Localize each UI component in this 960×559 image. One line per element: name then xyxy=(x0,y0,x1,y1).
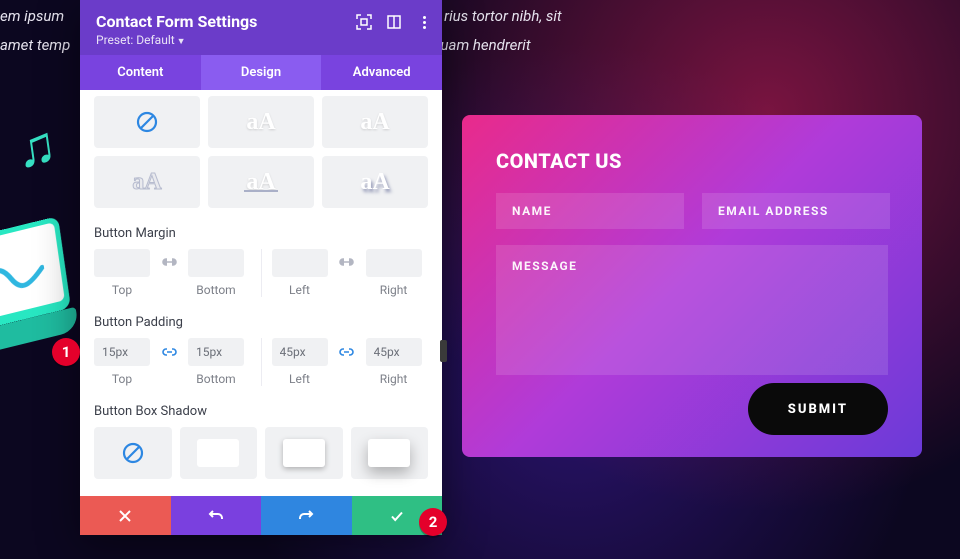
text-style-option[interactable]: aA xyxy=(322,156,428,208)
margin-top-input[interactable] xyxy=(94,249,150,277)
padding-top-input[interactable] xyxy=(94,338,150,366)
contact-form-card: CONTACT US SUBMIT xyxy=(462,115,922,457)
tab-content[interactable]: Content xyxy=(80,55,201,90)
shadow-option[interactable] xyxy=(351,427,429,479)
panel-action-bar xyxy=(80,496,442,535)
tab-advanced[interactable]: Advanced xyxy=(321,55,442,90)
padding-right-input[interactable] xyxy=(366,338,422,366)
email-field[interactable] xyxy=(702,193,890,229)
section-box-shadow: Button Box Shadow xyxy=(94,404,428,419)
text-style-option[interactable]: aA xyxy=(322,96,428,148)
annotation-badge-1: 1 xyxy=(52,338,80,366)
preset-selector[interactable]: Preset: Default▼ xyxy=(96,33,426,47)
text-style-option[interactable]: aA xyxy=(208,96,314,148)
shadow-option[interactable] xyxy=(265,427,343,479)
text-style-option[interactable]: aA xyxy=(94,156,200,208)
more-menu-icon[interactable] xyxy=(416,14,432,30)
panel-scroll-area: aA aA aA aA aA Button Margin TopBottom xyxy=(80,90,442,496)
margin-bottom-input[interactable] xyxy=(188,249,244,277)
link-vertical-icon[interactable] xyxy=(152,338,186,366)
margin-right-input[interactable] xyxy=(366,249,422,277)
panel-resize-handle[interactable] xyxy=(440,340,447,362)
panel-header: Contact Form Settings Preset: Default▼ xyxy=(80,0,442,55)
target-icon[interactable] xyxy=(356,14,372,30)
columns-icon[interactable] xyxy=(386,14,402,30)
name-field[interactable] xyxy=(496,193,684,229)
undo-button[interactable] xyxy=(171,496,262,535)
section-button-margin: Button Margin xyxy=(94,226,428,241)
shadow-none[interactable] xyxy=(94,427,172,479)
text-style-none[interactable] xyxy=(94,96,200,148)
chevron-down-icon: ▼ xyxy=(177,37,186,47)
margin-left-input[interactable] xyxy=(272,249,328,277)
text-style-grid: aA aA aA aA aA xyxy=(94,96,428,208)
tab-bar: Content Design Advanced xyxy=(80,55,442,90)
box-shadow-grid xyxy=(94,427,428,479)
submit-button[interactable]: SUBMIT xyxy=(748,383,888,435)
music-note-icon: ♫ xyxy=(12,113,61,181)
message-field[interactable] xyxy=(496,245,888,375)
link-vertical-icon[interactable] xyxy=(152,249,186,277)
margin-controls: TopBottom LeftRight xyxy=(94,249,428,297)
settings-panel: Contact Form Settings Preset: Default▼ C… xyxy=(80,0,442,535)
tab-design[interactable]: Design xyxy=(201,55,322,90)
link-horizontal-icon[interactable] xyxy=(330,338,364,366)
link-horizontal-icon[interactable] xyxy=(330,249,364,277)
padding-controls: TopBottom LeftRight xyxy=(94,338,428,386)
padding-left-input[interactable] xyxy=(272,338,328,366)
annotation-badge-2: 2 xyxy=(419,508,447,536)
cancel-button[interactable] xyxy=(80,496,171,535)
none-icon xyxy=(136,111,158,133)
text-style-option[interactable]: aA xyxy=(208,156,314,208)
padding-bottom-input[interactable] xyxy=(188,338,244,366)
shadow-option[interactable] xyxy=(180,427,258,479)
none-icon xyxy=(122,442,144,464)
section-button-padding: Button Padding xyxy=(94,315,428,330)
redo-button[interactable] xyxy=(261,496,352,535)
contact-heading: CONTACT US xyxy=(496,149,888,173)
